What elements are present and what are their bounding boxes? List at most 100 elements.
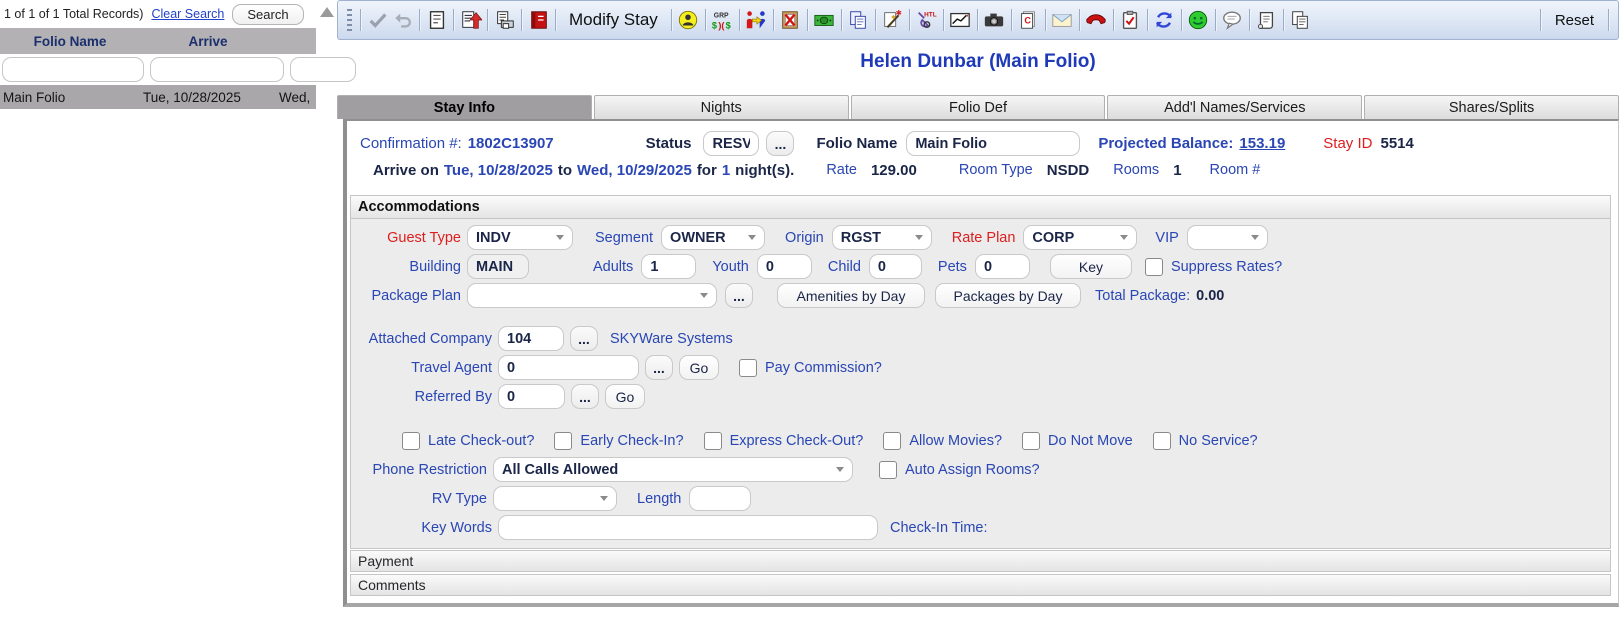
late-checkout-label: Late Check-out?: [428, 433, 534, 449]
phone-icon[interactable]: [1084, 8, 1109, 33]
origin-select[interactable]: RGST: [832, 225, 932, 250]
clear-search-link[interactable]: Clear Search: [151, 7, 224, 21]
referred-by-label: Referred By: [357, 389, 492, 405]
tab-nights[interactable]: Nights: [594, 95, 849, 119]
package-plan-select[interactable]: [467, 283, 717, 308]
upload-document-icon[interactable]: [458, 8, 483, 33]
referred-by-input[interactable]: [498, 384, 565, 409]
rate-value: 129.00: [871, 162, 917, 179]
child-input[interactable]: [869, 254, 922, 279]
rate-chart-icon[interactable]: [948, 8, 973, 33]
rv-type-select[interactable]: [493, 486, 617, 511]
adults-input[interactable]: [641, 254, 696, 279]
payment-icon[interactable]: [812, 8, 837, 33]
attached-company-lookup-button[interactable]: ...: [570, 326, 598, 351]
svg-text:HTL: HTL: [924, 11, 937, 18]
guest-profile-icon[interactable]: [676, 8, 701, 33]
tab-addl-names-services[interactable]: Add'l Names/Services: [1107, 95, 1362, 119]
guest-type-select[interactable]: INDV: [467, 225, 573, 250]
toolbar-separator: [453, 9, 454, 31]
tasks-icon[interactable]: [1118, 8, 1143, 33]
key-words-input[interactable]: [498, 515, 878, 540]
package-plan-lookup-button[interactable]: ...: [725, 283, 753, 308]
amenities-by-day-button[interactable]: Amenities by Day: [777, 283, 925, 308]
key-words-label: Key Words: [357, 520, 492, 536]
key-button[interactable]: Key: [1050, 254, 1132, 279]
pay-commission-checkbox[interactable]: [739, 359, 757, 377]
folio-name-filter-input[interactable]: [2, 57, 144, 82]
travel-agent-lookup-button[interactable]: ...: [645, 355, 673, 380]
arrive-filter-input[interactable]: [150, 57, 284, 82]
camera-icon[interactable]: [982, 8, 1007, 33]
youth-input[interactable]: [757, 254, 812, 279]
segment-label: Segment: [595, 230, 653, 246]
referred-by-lookup-button[interactable]: ...: [571, 384, 599, 409]
folio-table-row[interactable]: Main Folio Tue, 10/28/2025 Wed,: [0, 85, 316, 109]
wizard-icon[interactable]: ✱✱: [880, 8, 905, 33]
svg-text:C: C: [1025, 16, 1032, 26]
tab-shares-splits[interactable]: Shares/Splits: [1364, 95, 1619, 119]
column-header-arrive[interactable]: Arrive: [140, 34, 276, 49]
transfer-guest-icon[interactable]: [744, 8, 769, 33]
packages-by-day-button[interactable]: Packages by Day: [935, 283, 1081, 308]
folio-scroll-icon[interactable]: [1254, 8, 1279, 33]
registration-card-icon[interactable]: C: [1016, 8, 1041, 33]
copy-folio-icon[interactable]: [1288, 8, 1313, 33]
undo-icon[interactable]: [390, 8, 415, 33]
referred-by-go-button[interactable]: Go: [605, 384, 645, 409]
pets-input[interactable]: [975, 254, 1030, 279]
express-checkout-checkbox[interactable]: [704, 432, 722, 450]
toolbar-separator: [1079, 9, 1080, 31]
auto-assign-rooms-checkbox[interactable]: [879, 461, 897, 479]
suppress-rates-checkbox[interactable]: [1145, 258, 1163, 276]
phone-restriction-select[interactable]: All Calls Allowed: [493, 457, 853, 482]
comments-section-header[interactable]: Comments: [350, 574, 1611, 596]
reset-button[interactable]: Reset: [1555, 12, 1594, 29]
group-rates-icon[interactable]: GRP$)($: [710, 8, 735, 33]
drag-grip-icon[interactable]: [347, 9, 352, 31]
chevron-down-icon: [600, 496, 608, 501]
report-icon[interactable]: [424, 8, 449, 33]
scroll-up-arrow-icon[interactable]: [320, 7, 334, 17]
status-field[interactable]: [703, 131, 759, 156]
modify-stay-label: Modify Stay: [569, 10, 658, 30]
status-lookup-button[interactable]: ...: [766, 131, 794, 156]
comment-icon[interactable]: [1220, 8, 1245, 33]
refresh-icon[interactable]: [1152, 8, 1177, 33]
folio-name-input[interactable]: [906, 131, 1080, 156]
tab-stay-info[interactable]: Stay Info: [337, 95, 592, 119]
column-header-folio-name[interactable]: Folio Name: [0, 34, 140, 49]
do-not-move-checkbox[interactable]: [1022, 432, 1040, 450]
projected-balance-link[interactable]: 153.19: [1239, 135, 1285, 152]
no-service-checkbox[interactable]: [1153, 432, 1171, 450]
cancel-reservation-icon[interactable]: [778, 8, 803, 33]
rate-plan-label: Rate Plan: [952, 230, 1016, 246]
toolbar-separator: [739, 9, 740, 31]
copy-reservation-icon[interactable]: [846, 8, 871, 33]
print-copies-icon[interactable]: [492, 8, 517, 33]
happy-guest-icon[interactable]: [1186, 8, 1211, 33]
toolbar-separator: [1045, 9, 1046, 31]
early-checkin-checkbox[interactable]: [554, 432, 572, 450]
vip-select[interactable]: [1187, 225, 1268, 250]
red-book-icon[interactable]: [526, 8, 551, 33]
rate-plan-select[interactable]: CORP: [1023, 225, 1137, 250]
allow-movies-checkbox[interactable]: [883, 432, 901, 450]
auto-assign-rooms-label: Auto Assign Rooms?: [905, 462, 1040, 478]
toolbar-separator: [555, 9, 556, 31]
search-button[interactable]: Search: [232, 4, 303, 25]
tab-folio-def[interactable]: Folio Def: [851, 95, 1106, 119]
length-input[interactable]: [689, 486, 751, 511]
to-text: to: [558, 162, 572, 179]
accommodations-header[interactable]: Accommodations: [351, 196, 1610, 219]
segment-select[interactable]: OWNER: [661, 225, 765, 250]
attached-company-input[interactable]: [498, 326, 564, 351]
confirm-icon[interactable]: [365, 8, 390, 33]
travel-agent-input[interactable]: [498, 355, 639, 380]
payment-section-header[interactable]: Payment: [350, 550, 1611, 572]
hotel-tools-icon[interactable]: HTL: [914, 8, 939, 33]
email-icon[interactable]: [1050, 8, 1075, 33]
toolbar-separator: [1215, 9, 1216, 31]
late-checkout-checkbox[interactable]: [402, 432, 420, 450]
travel-agent-go-button[interactable]: Go: [679, 355, 719, 380]
